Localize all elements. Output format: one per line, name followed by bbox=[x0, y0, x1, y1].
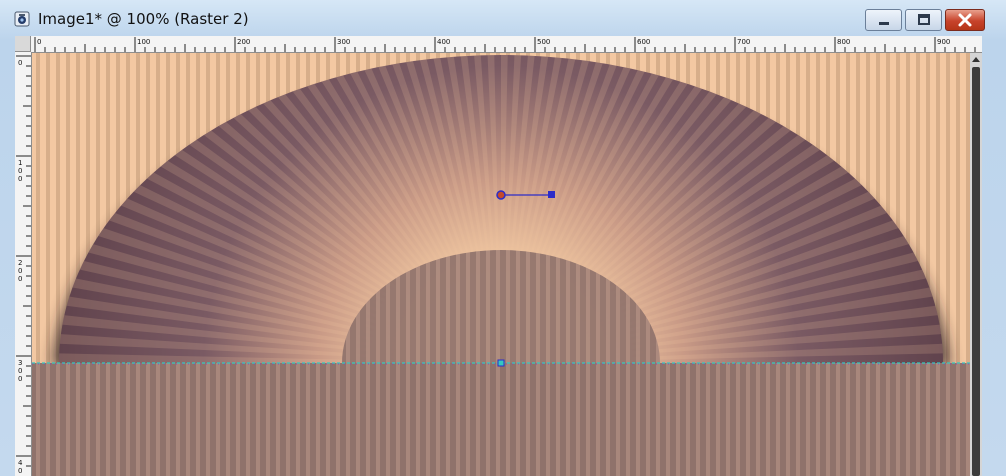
ruler-corner bbox=[15, 36, 31, 52]
ruler-label: 200 bbox=[237, 38, 250, 46]
horizontal-ruler[interactable]: 0 100 200 300 400 500 600 700 800 900 bbox=[31, 36, 982, 53]
ruler-label: 700 bbox=[737, 38, 750, 46]
document-area: 0 100 200 300 400 500 600 700 800 900 01002003004… bbox=[15, 36, 982, 476]
window-title: Image1* @ 100% (Raster 2) bbox=[38, 10, 249, 28]
vertical-ruler-scale: 0100200300400 bbox=[16, 55, 31, 476]
svg-text:0: 0 bbox=[18, 367, 22, 375]
ruler-label: 300 bbox=[337, 38, 350, 46]
svg-text:0: 0 bbox=[18, 375, 22, 383]
maximize-icon bbox=[917, 14, 930, 25]
svg-text:0: 0 bbox=[18, 59, 22, 67]
ruler-label: 300 bbox=[18, 359, 22, 383]
ruler-label: 0 bbox=[37, 38, 41, 46]
horizontal-ruler-scale: 0 100 200 300 400 500 600 700 800 900 bbox=[34, 37, 976, 52]
pivot-handle[interactable] bbox=[497, 359, 505, 367]
ruler-label: 500 bbox=[537, 38, 550, 46]
svg-text:4: 4 bbox=[18, 459, 23, 467]
scroll-up-icon[interactable] bbox=[971, 54, 981, 64]
vertical-ruler[interactable]: 0100200300400 bbox=[15, 52, 32, 476]
ruler-label: 100 bbox=[18, 159, 22, 183]
svg-text:0: 0 bbox=[18, 467, 22, 475]
svg-text:0: 0 bbox=[18, 175, 22, 183]
maximize-button[interactable] bbox=[905, 9, 942, 31]
svg-text:1: 1 bbox=[18, 159, 22, 167]
raster-image bbox=[32, 53, 970, 476]
scrollbar-thumb[interactable] bbox=[972, 67, 980, 476]
ruler-label: 800 bbox=[837, 38, 850, 46]
ruler-label: 900 bbox=[937, 38, 950, 46]
minimize-button[interactable] bbox=[865, 9, 902, 31]
title-bar[interactable]: Image1* @ 100% (Raster 2) bbox=[0, 0, 1006, 36]
svg-text:0: 0 bbox=[18, 275, 22, 283]
ruler-label: 600 bbox=[637, 38, 650, 46]
ruler-label: 400 bbox=[18, 459, 23, 476]
minimize-icon bbox=[878, 22, 889, 25]
close-button[interactable] bbox=[945, 9, 985, 31]
ruler-label: 400 bbox=[437, 38, 450, 46]
image-window: Image1* @ 100% (Raster 2) 0 100 200 300 400 5… bbox=[0, 0, 1006, 476]
ruler-label: 0 bbox=[18, 59, 22, 67]
vertical-scrollbar[interactable] bbox=[970, 53, 982, 476]
close-icon bbox=[958, 13, 972, 27]
svg-text:2: 2 bbox=[18, 259, 22, 267]
svg-text:0: 0 bbox=[18, 167, 22, 175]
paint-app-icon[interactable] bbox=[14, 11, 30, 27]
svg-text:3: 3 bbox=[18, 359, 22, 367]
svg-text:0: 0 bbox=[18, 267, 22, 275]
ruler-label: 100 bbox=[137, 38, 150, 46]
image-canvas[interactable] bbox=[32, 53, 970, 476]
ruler-label: 200 bbox=[18, 259, 22, 283]
